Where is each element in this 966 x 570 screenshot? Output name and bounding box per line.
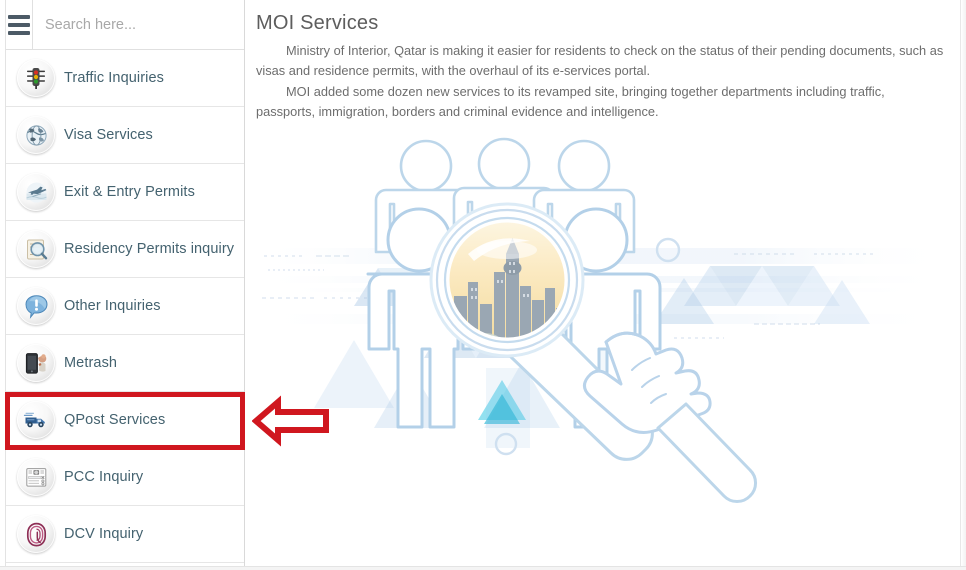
sidebar: Traffic Inquiries Visa Services (5, 0, 245, 570)
hamburger-menu-icon[interactable] (6, 0, 33, 50)
sidebar-item-metrash[interactable]: Metrash (6, 335, 244, 392)
right-scroll-edge[interactable] (960, 0, 966, 570)
mobile-phone-icon (17, 344, 55, 382)
sidebar-item-label: Exit & Entry Permits (64, 184, 195, 200)
sidebar-item-other-inquiries[interactable]: Other Inquiries (6, 278, 244, 335)
sidebar-item-traffic-inquiries[interactable]: Traffic Inquiries (6, 50, 244, 107)
sidebar-item-dcv-inquiry[interactable]: DCV Inquiry (6, 506, 244, 563)
magnifier-document-icon (17, 230, 55, 268)
main-content: MOI Services Ministry of Interior, Qatar… (246, 0, 960, 570)
globe-visa-icon (17, 116, 55, 154)
exclamation-bubble-icon (17, 287, 55, 325)
hamburger-bar (8, 14, 30, 19)
sidebar-item-pcc-inquiry[interactable]: PCC Inquiry (6, 449, 244, 506)
intro-paragraph-2: MOI added some dozen new services to its… (256, 84, 885, 119)
sidebar-item-label: PCC Inquiry (64, 469, 144, 485)
people-magnifier-city-illustration (254, 137, 954, 503)
traffic-light-icon (17, 59, 55, 97)
hamburger-bar (8, 22, 30, 27)
sidebar-item-exit-entry-permits[interactable]: Exit & Entry Permits (6, 164, 244, 221)
illustration-container (254, 128, 954, 548)
search-row (6, 0, 244, 50)
sidebar-item-label: Metrash (64, 355, 118, 371)
moi-services-page: Traffic Inquiries Visa Services (0, 0, 966, 570)
sidebar-item-label: Visa Services (64, 127, 153, 143)
hamburger-bar (8, 30, 30, 35)
intro-paragraph-1: Ministry of Interior, Qatar is making it… (256, 43, 944, 78)
certificate-document-icon (17, 458, 55, 496)
airplane-permit-icon (17, 173, 55, 211)
page-title: MOI Services (256, 12, 379, 34)
sidebar-item-label: QPost Services (64, 412, 166, 428)
sidebar-item-label: Other Inquiries (64, 298, 161, 314)
sidebar-item-residency-permits-inquiry[interactable]: Residency Permits inquiry (6, 221, 244, 278)
sidebar-nav-list: Traffic Inquiries Visa Services Exit & E… (6, 50, 244, 563)
sidebar-item-label: DCV Inquiry (64, 526, 144, 542)
sidebar-item-label: Residency Permits inquiry (64, 241, 235, 257)
fingerprint-icon (17, 515, 55, 553)
sidebar-item-visa-services[interactable]: Visa Services (6, 107, 244, 164)
bottom-edge (0, 566, 966, 570)
delivery-truck-icon (17, 401, 55, 439)
search-input[interactable] (33, 0, 244, 49)
sidebar-item-label: Traffic Inquiries (64, 70, 165, 86)
sidebar-item-qpost-services[interactable]: QPost Services (6, 392, 244, 449)
